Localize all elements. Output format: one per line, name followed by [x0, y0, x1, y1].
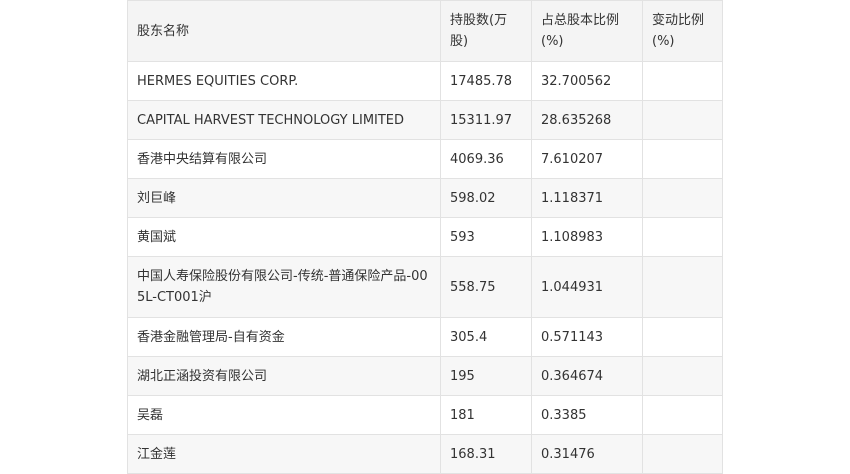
cell-share-ratio: 0.571143	[531, 317, 643, 357]
cell-change-ratio	[642, 434, 723, 474]
cell-shareholder-name: 刘巨峰	[127, 178, 441, 218]
cell-share-ratio: 0.3385	[531, 395, 643, 435]
cell-share-ratio: 0.31476	[531, 434, 643, 474]
table-row: 江金莲 168.31 0.31476	[127, 434, 723, 474]
cell-share-ratio: 1.118371	[531, 178, 643, 218]
table-row: HERMES EQUITIES CORP. 17485.78 32.700562	[127, 61, 723, 101]
cell-change-ratio	[642, 139, 723, 179]
cell-shareholder-name: CAPITAL HARVEST TECHNOLOGY LIMITED	[127, 100, 441, 140]
cell-change-ratio	[642, 395, 723, 435]
cell-change-ratio	[642, 178, 723, 218]
cell-shareholder-name: 江金莲	[127, 434, 441, 474]
cell-shareholder-name: 香港中央结算有限公司	[127, 139, 441, 179]
table-header: 股东名称 持股数(万股) 占总股本比例(%) 变动比例(%)	[127, 0, 723, 62]
table-row: 吴磊 181 0.3385	[127, 395, 723, 435]
cell-change-ratio	[642, 317, 723, 357]
table-row: 香港中央结算有限公司 4069.36 7.610207	[127, 139, 723, 179]
cell-change-ratio	[642, 256, 723, 318]
cell-share-ratio: 1.044931	[531, 256, 643, 318]
cell-shareholder-name: HERMES EQUITIES CORP.	[127, 61, 441, 101]
header-shareholder-name: 股东名称	[127, 0, 441, 62]
cell-shares-held: 305.4	[440, 317, 532, 357]
shareholder-table-container: 股东名称 持股数(万股) 占总股本比例(%) 变动比例(%) HERMES EQ…	[127, 0, 723, 474]
cell-change-ratio	[642, 61, 723, 101]
cell-share-ratio: 32.700562	[531, 61, 643, 101]
cell-share-ratio: 1.108983	[531, 217, 643, 257]
cell-shares-held: 598.02	[440, 178, 532, 218]
cell-shares-held: 15311.97	[440, 100, 532, 140]
header-shares-held: 持股数(万股)	[440, 0, 532, 62]
cell-shares-held: 558.75	[440, 256, 532, 318]
cell-shares-held: 181	[440, 395, 532, 435]
cell-shareholder-name: 中国人寿保险股份有限公司-传统-普通保险产品-005L-CT001沪	[127, 256, 441, 318]
table-row: 黄国斌 593 1.108983	[127, 217, 723, 257]
cell-shares-held: 168.31	[440, 434, 532, 474]
cell-shareholder-name: 吴磊	[127, 395, 441, 435]
cell-shares-held: 17485.78	[440, 61, 532, 101]
cell-change-ratio	[642, 217, 723, 257]
table-row: 刘巨峰 598.02 1.118371	[127, 178, 723, 218]
table-row: 香港金融管理局-自有资金 305.4 0.571143	[127, 317, 723, 357]
cell-share-ratio: 28.635268	[531, 100, 643, 140]
cell-change-ratio	[642, 100, 723, 140]
table-row: CAPITAL HARVEST TECHNOLOGY LIMITED 15311…	[127, 100, 723, 140]
cell-shares-held: 195	[440, 356, 532, 396]
header-change-ratio: 变动比例(%)	[642, 0, 723, 62]
header-row: 股东名称 持股数(万股) 占总股本比例(%) 变动比例(%)	[127, 0, 723, 62]
cell-shareholder-name: 湖北正涵投资有限公司	[127, 356, 441, 396]
header-share-ratio: 占总股本比例(%)	[531, 0, 643, 62]
cell-shares-held: 4069.36	[440, 139, 532, 179]
cell-change-ratio	[642, 356, 723, 396]
cell-shareholder-name: 香港金融管理局-自有资金	[127, 317, 441, 357]
table-row: 湖北正涵投资有限公司 195 0.364674	[127, 356, 723, 396]
cell-share-ratio: 0.364674	[531, 356, 643, 396]
table-row: 中国人寿保险股份有限公司-传统-普通保险产品-005L-CT001沪 558.7…	[127, 256, 723, 318]
shareholder-table: 股东名称 持股数(万股) 占总股本比例(%) 变动比例(%) HERMES EQ…	[127, 0, 723, 474]
cell-shares-held: 593	[440, 217, 532, 257]
cell-share-ratio: 7.610207	[531, 139, 643, 179]
table-body: HERMES EQUITIES CORP. 17485.78 32.700562…	[127, 61, 723, 474]
cell-shareholder-name: 黄国斌	[127, 217, 441, 257]
